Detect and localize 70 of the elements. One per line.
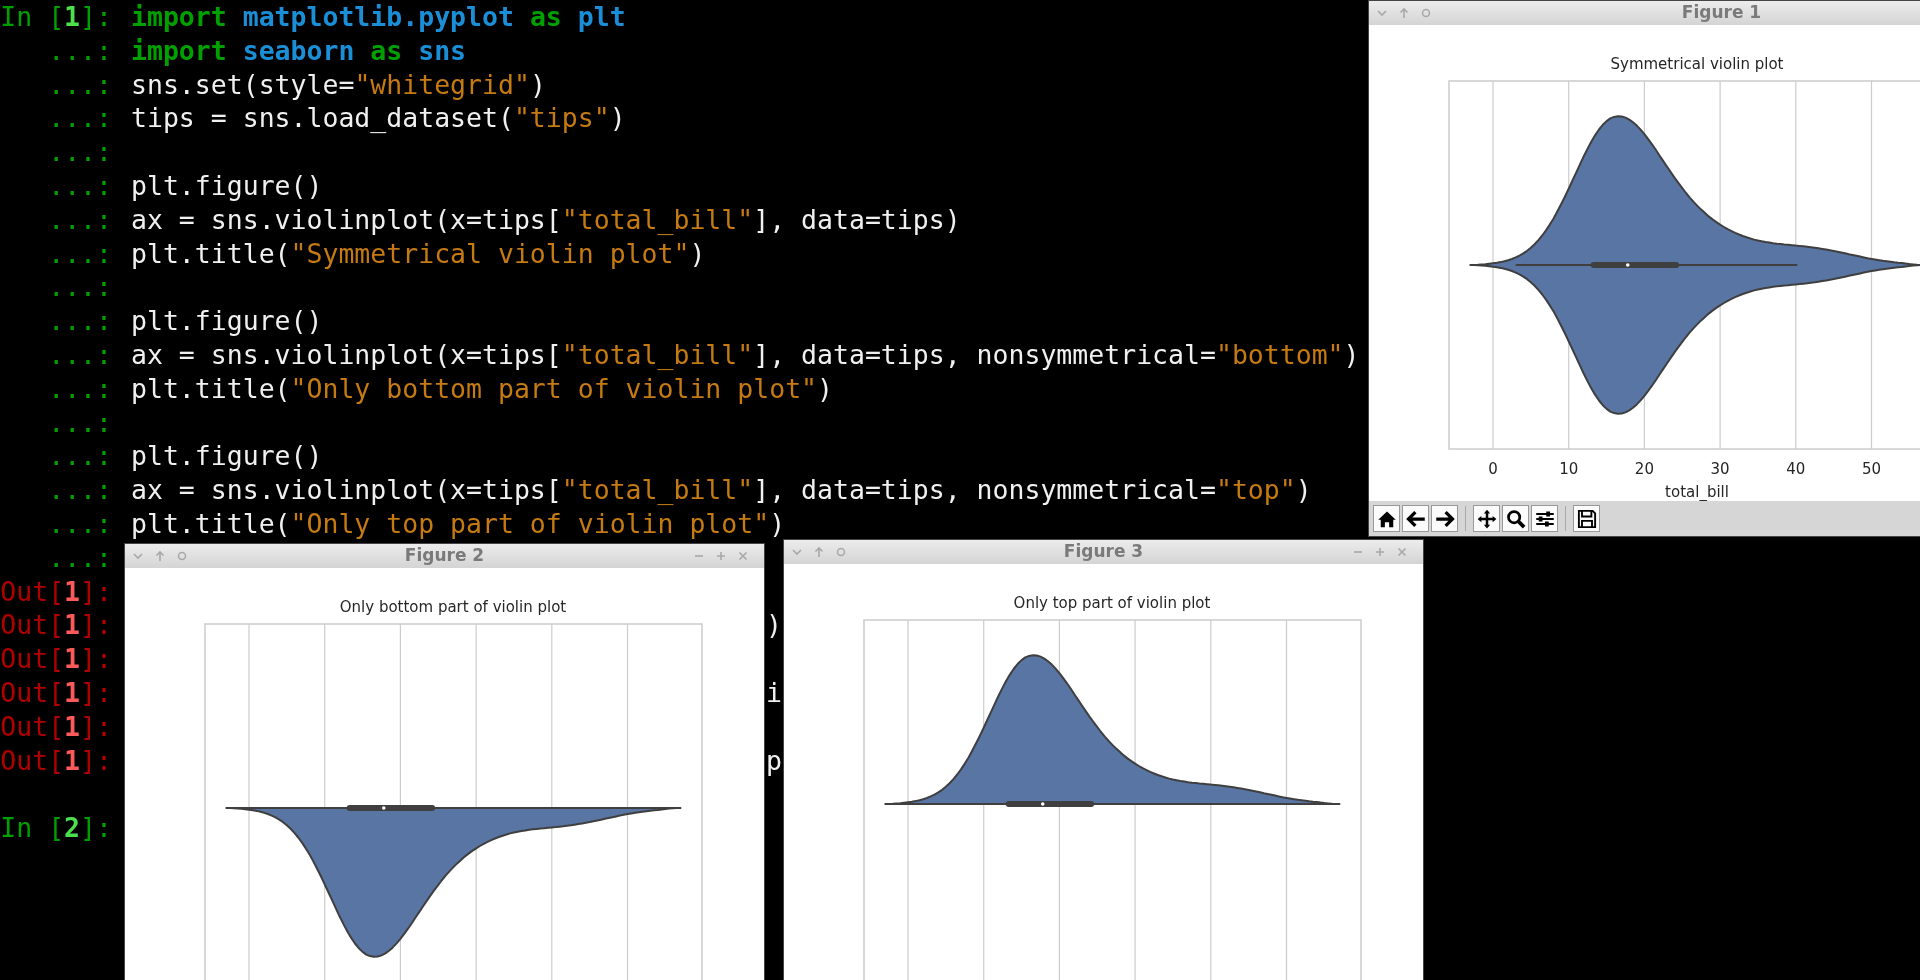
tick-label: 30: [1710, 460, 1730, 478]
prompt: ...:: [47, 270, 112, 305]
code-line: import matplotlib.pyplot as plt: [131, 0, 626, 34]
prompt: Out[1]:: [0, 608, 112, 643]
code-line: ax = sns.violinplot(x=tips["total_bill"], data=tips, nonsymmetrical="bottom"): [131, 337, 1360, 372]
code-line: sns.set(style="whitegrid"): [131, 67, 546, 102]
home-button[interactable]: [1373, 505, 1400, 532]
forward-arrow-button[interactable]: [1431, 505, 1458, 532]
output-text: ): [766, 608, 782, 643]
code-line: plt.figure(): [131, 439, 323, 474]
output-text: i: [766, 675, 782, 710]
prompt: Out[1]:: [0, 675, 112, 710]
circle-icon[interactable]: [175, 549, 189, 563]
window-title: Figure 2: [404, 545, 485, 566]
prompt: ...:: [47, 473, 112, 507]
prompt: ...:: [47, 304, 112, 338]
code-line: plt.title("Symmetrical violin plot"): [131, 236, 706, 271]
code-line: tips = sns.load_dataset("tips"): [131, 101, 626, 136]
plot-title: Only bottom part of violin plot: [339, 598, 567, 616]
floppy-disk-button[interactable]: [1573, 505, 1600, 532]
back-arrow-button[interactable]: [1402, 505, 1429, 532]
prompt: In [2]:: [0, 811, 112, 845]
arrow-up-icon[interactable]: [812, 545, 826, 559]
code-line: import seaborn as sns: [131, 33, 467, 68]
close-icon[interactable]: [1395, 545, 1409, 559]
sliders-button[interactable]: [1531, 505, 1558, 532]
window-title: Figure 3: [1063, 541, 1144, 562]
code-line: ax = sns.violinplot(x=tips["total_bill"], data=tips, nonsymmetrical="top"): [131, 473, 1312, 507]
prompt: ...:: [47, 202, 112, 237]
prompt: ...:: [47, 371, 112, 406]
prompt: ...:: [47, 169, 112, 203]
arrow-up-icon[interactable]: [153, 549, 167, 563]
prompt: ...:: [47, 405, 112, 440]
prompt: ...:: [47, 135, 112, 169]
prompt: ...:: [47, 33, 112, 68]
prompt: ...:: [47, 67, 112, 102]
prompt: Out[1]:: [0, 642, 112, 676]
prompt: ...:: [47, 236, 112, 271]
prompt: ...:: [47, 337, 112, 372]
output-text: p: [766, 743, 782, 778]
plot-title: Only top part of violin plot: [1013, 594, 1211, 612]
arrow-up-icon[interactable]: [1397, 6, 1411, 20]
move-arrows-button[interactable]: [1473, 505, 1500, 532]
tick-label: 10: [1559, 460, 1579, 478]
prompt: ...:: [47, 540, 112, 575]
code-line: plt.title("Only top part of violin plot"): [131, 506, 786, 541]
tick-label: 0: [1488, 460, 1498, 478]
maximize-icon[interactable]: [1373, 545, 1387, 559]
tick-label: 50: [1861, 460, 1882, 478]
circle-icon[interactable]: [1419, 6, 1433, 20]
circle-icon[interactable]: [834, 545, 848, 559]
code-line: plt.title("Only bottom part of violin plot"): [131, 371, 833, 406]
plot-title: Symmetrical violin plot: [1610, 55, 1784, 73]
maximize-icon[interactable]: [714, 549, 728, 563]
prompt: In [1]:: [0, 0, 112, 34]
code-line: ax = sns.violinplot(x=tips["total_bill"], data=tips): [131, 202, 961, 237]
tick-label: 40: [1786, 460, 1806, 478]
magnifier-button[interactable]: [1502, 505, 1529, 532]
prompt: Out[1]:: [0, 709, 112, 744]
prompt: ...:: [47, 101, 112, 136]
tick-label: 20: [1634, 460, 1654, 478]
prompt: ...:: [47, 506, 112, 541]
prompt: ...:: [47, 439, 112, 474]
close-icon[interactable]: [736, 549, 750, 563]
prompt: Out[1]:: [0, 574, 112, 609]
window-title: Figure 1: [1681, 2, 1762, 23]
code-line: plt.figure(): [131, 304, 323, 338]
prompt: Out[1]:: [0, 743, 112, 778]
code-line: plt.figure(): [131, 169, 323, 203]
axis-label: total_bill: [1665, 483, 1729, 501]
